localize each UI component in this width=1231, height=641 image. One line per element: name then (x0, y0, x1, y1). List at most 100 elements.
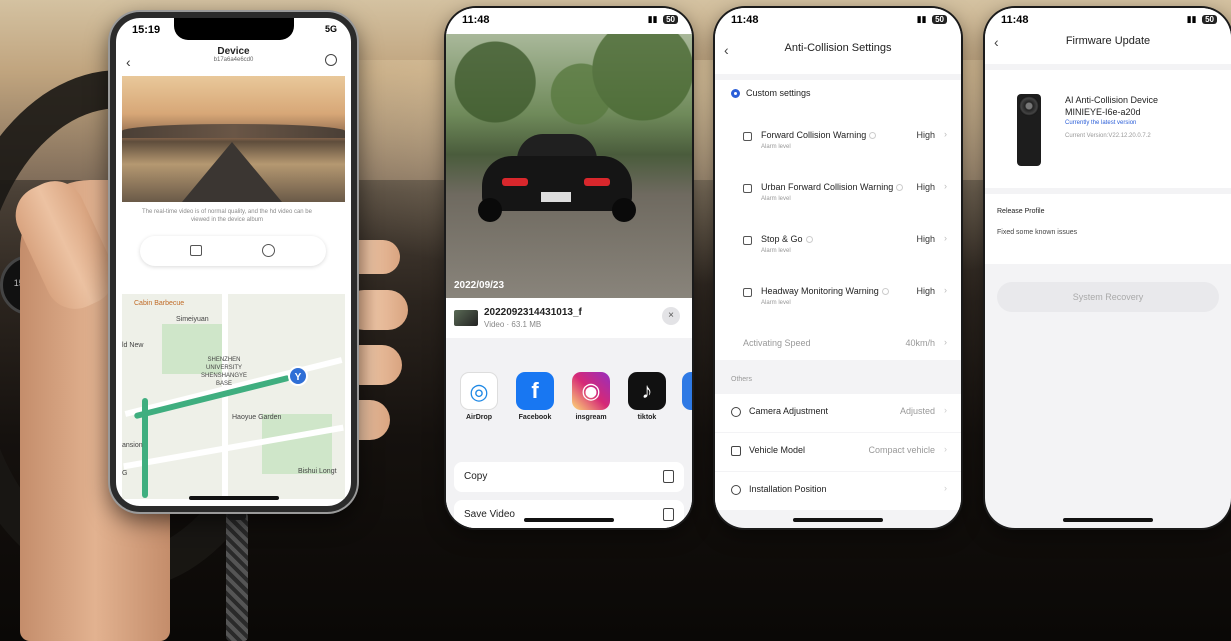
location-pin-icon[interactable]: Y (288, 366, 308, 386)
license-plate (541, 192, 571, 202)
hills (122, 124, 345, 138)
chevron-right-icon: › (944, 233, 947, 243)
signal-indicator: 5G (324, 24, 337, 34)
video-preview[interactable] (446, 34, 692, 302)
file-thumbnail (454, 310, 478, 326)
settings-icon[interactable] (325, 54, 337, 66)
phone-share-screen: 11:48 ▮▮ 50 2022/09/23 2022092314431013_… (446, 8, 692, 528)
crosshair-icon (731, 407, 741, 417)
tail-light (502, 178, 528, 186)
setting-name: Headway Monitoring Warning (761, 286, 889, 296)
home-indicator (793, 518, 883, 522)
other-vehicle-model[interactable]: Vehicle Model Compact vehicle › (715, 433, 961, 471)
tiktok-icon: ♪ (628, 372, 666, 410)
page-title: Anti-Collision Settings (784, 42, 892, 54)
setting-activating-speed[interactable]: Activating Speed 40km/h › (715, 332, 961, 378)
record-icon[interactable] (262, 244, 275, 257)
video-note: The real-time video is of normal quality… (142, 209, 312, 223)
info-icon (896, 184, 904, 192)
signal-indicator: ▮▮ 50 (917, 14, 947, 25)
signal-indicator: ▮▮ 50 (648, 14, 678, 25)
file-name: 2022092314431013_f (484, 307, 582, 318)
other-value: Compact vehicle (868, 445, 935, 455)
battery-badge: 50 (663, 15, 678, 24)
info-icon (805, 236, 813, 244)
header-bar (715, 34, 961, 74)
map-label: ansion (122, 442, 143, 449)
battery-badge: 50 (1202, 15, 1217, 24)
car-wheel (478, 198, 502, 222)
current-version: Current Version:V22.12.20.0.7.2 (1065, 133, 1151, 139)
setting-value: High (916, 286, 935, 296)
home-indicator (1063, 518, 1153, 522)
video-toolbar (140, 236, 326, 266)
setting-name: Forward Collision Warning (761, 130, 877, 140)
setting-urban-forward-collision[interactable]: Urban Forward Collision Warning Alarm le… (715, 176, 961, 222)
page-title: Firmware Update (1065, 35, 1151, 47)
share-more[interactable] (682, 372, 692, 410)
home-indicator (524, 518, 614, 522)
system-recovery-button[interactable]: System Recovery (997, 282, 1219, 312)
setting-headway-monitoring[interactable]: Headway Monitoring Warning Alarm level H… (715, 280, 961, 326)
status-time: 11:48 (1001, 14, 1029, 26)
device-image (1017, 94, 1041, 166)
share-label: tiktok (637, 414, 657, 421)
album-icon[interactable] (190, 245, 202, 256)
save-video-button[interactable]: Save Video (454, 500, 684, 528)
status-bar: 11:48 ▮▮ 50 (985, 8, 1231, 34)
instagram-icon: ◉ (572, 372, 610, 410)
share-facebook[interactable]: f Facebook (510, 372, 560, 421)
share-airdrop[interactable]: ◎ AirDrop (454, 372, 504, 421)
setting-stop-and-go[interactable]: Stop & Go Alarm level High › (715, 228, 961, 274)
car-wheel (612, 198, 636, 222)
car (472, 126, 642, 226)
map-label: Bishui Longt (298, 468, 337, 475)
phone-settings-screen: 11:48 ▮▮ 50 ‹ Anti-Collision Settings Cu… (715, 8, 961, 528)
map-label: G (122, 470, 128, 477)
copy-icon (663, 470, 674, 483)
map-label: Simeiyuan (176, 316, 209, 323)
radio-selected-icon[interactable] (731, 89, 740, 98)
home-indicator (188, 496, 279, 500)
status-time: 11:48 (462, 14, 490, 26)
forward-collision-icon (743, 132, 752, 141)
latest-version-note: Currently the latest version (1065, 120, 1137, 126)
activating-speed-label: Activating Speed (743, 338, 811, 348)
map-label: Cabin Barbecue (134, 300, 185, 307)
setting-value: High (916, 234, 935, 244)
facebook-icon: f (516, 372, 554, 410)
copy-label: Copy (464, 471, 488, 482)
close-icon[interactable]: × (662, 307, 680, 325)
download-icon (663, 508, 674, 521)
chevron-right-icon: › (944, 444, 947, 454)
setting-name: Urban Forward Collision Warning (761, 182, 904, 192)
live-video[interactable] (122, 76, 345, 202)
other-installation-position[interactable]: Installation Position › (715, 472, 961, 510)
activating-speed-value: 40km/h (905, 338, 935, 348)
chevron-right-icon: › (944, 405, 947, 415)
vehicle-icon (731, 446, 741, 456)
share-label: insgream (575, 414, 607, 421)
chevron-right-icon: › (944, 483, 947, 493)
phone-device-screen: 15:19 5G ‹ Device b17a6a4e6cd0 The real-… (110, 12, 357, 512)
map-label: SHENZHEN UNIVERSITY SHENSHANGYE BASE (200, 357, 247, 387)
phone-firmware-screen: 11:48 ▮▮ 50 ‹ Firmware Update AI Anti-Co… (985, 8, 1231, 528)
copy-button[interactable]: Copy (454, 462, 684, 492)
share-tiktok[interactable]: ♪ tiktok (622, 372, 672, 421)
usb-cable (226, 510, 248, 641)
other-value: Adjusted (899, 406, 935, 416)
share-instagram[interactable]: ◉ insgream (566, 372, 616, 421)
setting-forward-collision[interactable]: Forward Collision Warning Alarm level Hi… (715, 124, 961, 170)
setting-hint: Alarm level (761, 196, 791, 202)
status-bar: 11:48 ▮▮ 50 (715, 8, 961, 34)
other-camera-adjustment[interactable]: Camera Adjustment Adjusted › (715, 394, 961, 432)
release-profile-card: Release Profile Fixed some known issues (985, 194, 1231, 264)
map-label: ld New (122, 342, 144, 349)
map[interactable]: Cabin Barbecue Simeiyuan SHENZHEN UNIVER… (122, 294, 345, 499)
camera-lens (1019, 96, 1039, 116)
page-title: Device (217, 46, 250, 57)
other-name: Installation Position (749, 484, 827, 494)
page-header: Device b17a6a4e6cd0 (116, 46, 351, 63)
share-sheet: 2022092314431013_f Video · 63.1 MB × ◎ A… (446, 298, 692, 528)
battery-badge: 50 (932, 15, 947, 24)
